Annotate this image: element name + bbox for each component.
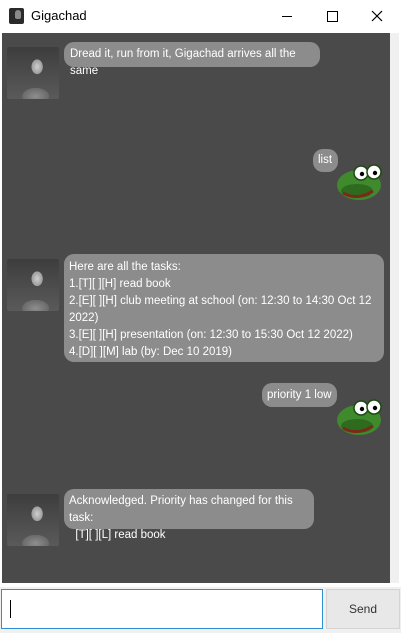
pepe-frog-avatar-icon [337,399,382,435]
duke-message-bubble: Acknowledged. Priority has changed for t… [64,489,314,541]
gigachad-avatar-icon [7,494,59,546]
app-icon [9,8,24,24]
maximize-button[interactable] [309,0,355,32]
gigachad-avatar-icon [7,47,59,99]
title-bar[interactable]: Gigachad [0,0,401,32]
minimize-icon [282,15,292,17]
pepe-frog-avatar-icon [337,164,382,200]
window-title: Gigachad [31,8,87,23]
close-button[interactable] [354,0,400,32]
send-button[interactable]: Send [326,589,400,629]
maximize-icon [326,10,338,22]
duke-message-bubble: Dread it, run from it, Gigachad arrives … [64,42,320,77]
duke-message-bubble: Here are all the tasks: 1.[T][ ][H] read… [64,254,384,362]
gigachad-avatar-icon [7,259,59,311]
user-message-bubble: priority 1 low [262,383,337,407]
text-caret [10,600,11,618]
minimize-button[interactable] [264,0,310,32]
close-icon [371,10,383,22]
scrollbar[interactable] [390,33,399,583]
message-input[interactable] [1,589,323,629]
